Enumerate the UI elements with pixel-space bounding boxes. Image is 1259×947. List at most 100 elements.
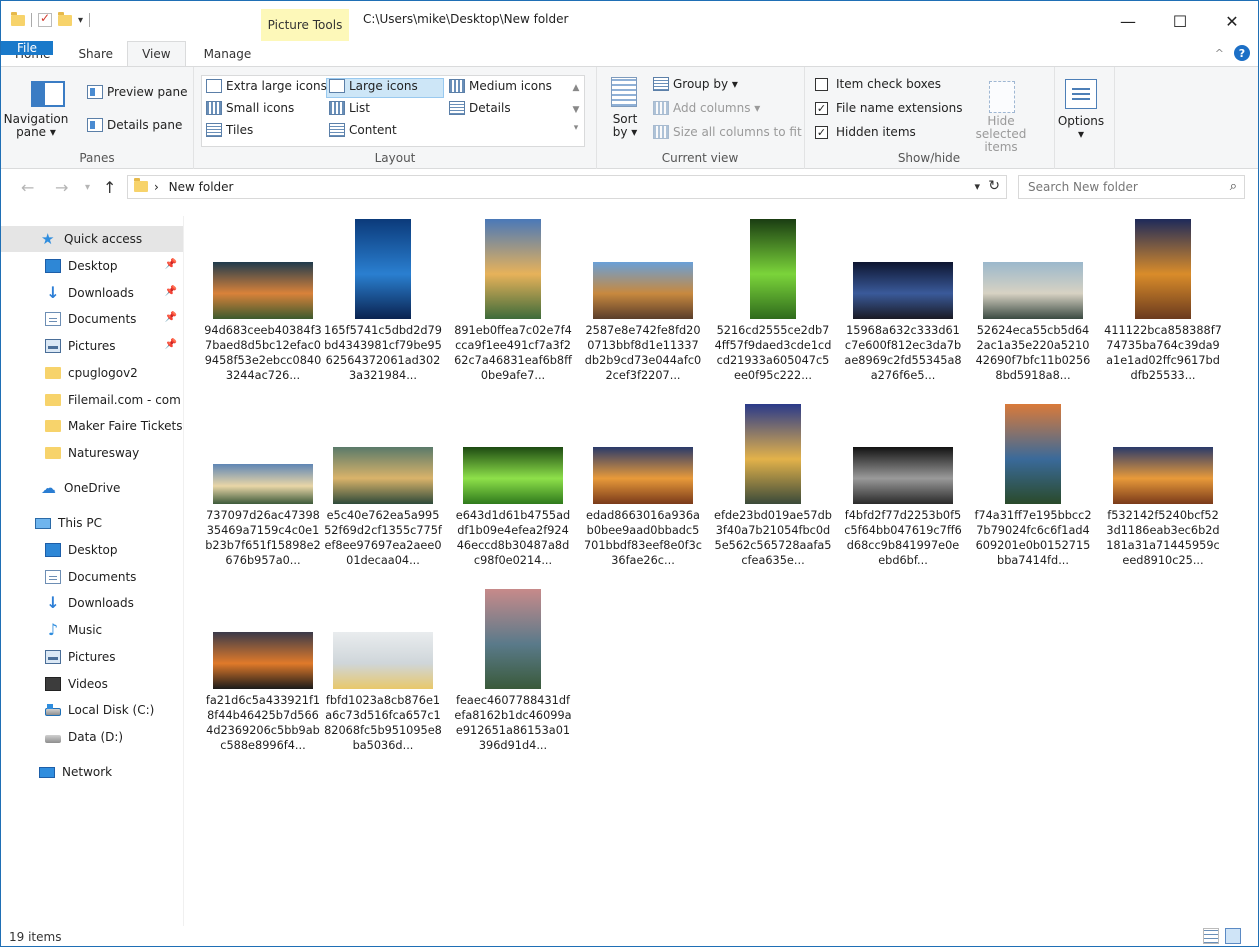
image-thumbnail[interactable]	[213, 262, 313, 319]
hidden-items-checkbox[interactable]: ✓	[815, 125, 828, 139]
breadcrumb-new-folder[interactable]: New folder	[169, 180, 234, 194]
sidebar-item-cpuglogov2[interactable]: cpuglogov2	[1, 360, 183, 386]
sidebar-item-filemail-com-com[interactable]: Filemail.com - com	[1, 387, 183, 413]
address-bar[interactable]: › New folder ▾ ↻	[127, 175, 1007, 199]
pin-icon[interactable]: 📌	[165, 312, 177, 323]
search-input[interactable]: Search New folder ⌕	[1018, 175, 1245, 199]
details-view-icon[interactable]	[1203, 928, 1219, 944]
image-thumbnail[interactable]	[1135, 219, 1191, 319]
image-thumbnail[interactable]	[333, 632, 433, 689]
sidebar-item-quick-access[interactable]: ★ Quick access	[1, 226, 183, 252]
tab-view[interactable]: View	[127, 41, 186, 66]
sidebar-item-pictures[interactable]: Pictures 📌	[1, 333, 183, 359]
sidebar-item-this-pc[interactable]: This PC	[1, 510, 183, 536]
pin-icon[interactable]: 📌	[165, 339, 177, 350]
navigation-pane-icon[interactable]	[31, 81, 65, 107]
sidebar-item-pictures[interactable]: Pictures	[1, 644, 183, 670]
sidebar-item-network[interactable]: Network	[1, 759, 183, 785]
layout-expand-icon[interactable]: ▾	[568, 123, 584, 133]
large-icons-view-icon[interactable]	[1225, 928, 1241, 944]
preview-pane-button[interactable]: Preview pane	[87, 85, 187, 99]
layout-scroll-up-icon[interactable]: ▲	[568, 83, 584, 93]
file-item[interactable]: 94d683ceeb40384f37baed8d5bc12efac09458f5…	[204, 206, 322, 386]
customize-toolbar-chevron-down-icon[interactable]: ▾	[78, 15, 83, 26]
content-option[interactable]: Content	[329, 123, 397, 137]
image-thumbnail[interactable]	[593, 262, 693, 319]
pin-icon[interactable]: 📌	[165, 259, 177, 270]
hide-selected-items-icon[interactable]	[989, 81, 1015, 113]
tiles-option[interactable]: Tiles	[206, 123, 253, 137]
image-thumbnail[interactable]	[983, 262, 1083, 319]
sidebar-item-downloads[interactable]: ↓ Downloads 📌	[1, 280, 183, 306]
image-thumbnail[interactable]	[355, 219, 411, 319]
sort-by-icon[interactable]	[611, 77, 637, 107]
sidebar-item-music[interactable]: ♪ Music	[1, 617, 183, 643]
new-folder-icon[interactable]	[58, 11, 72, 26]
minimize-ribbon-chevron-up-icon[interactable]: ^	[1215, 47, 1224, 60]
file-item[interactable]: fbfd1023a8cb876e1a6c73d516fca657c182068f…	[324, 576, 442, 756]
tab-file[interactable]: File	[1, 41, 53, 55]
file-name-extensions-checkbox[interactable]: ✓	[815, 101, 828, 115]
tab-share[interactable]: Share	[64, 41, 127, 66]
tab-manage[interactable]: Manage	[190, 41, 266, 66]
pin-icon[interactable]: 📌	[165, 286, 177, 297]
image-thumbnail[interactable]	[1113, 447, 1213, 504]
image-thumbnail[interactable]	[750, 219, 796, 319]
refresh-icon[interactable]: ↻	[988, 178, 1000, 194]
breadcrumb[interactable]: › New folder	[154, 180, 233, 194]
options-button[interactable]: Options ▾	[1055, 115, 1107, 141]
image-thumbnail[interactable]	[1005, 404, 1061, 504]
sidebar-item-downloads[interactable]: ↓ Downloads	[1, 590, 183, 616]
details-pane-button[interactable]: Details pane	[87, 118, 182, 132]
item-check-boxes-checkbox[interactable]	[815, 77, 828, 91]
sidebar-item-desktop[interactable]: Desktop 📌	[1, 253, 183, 279]
extra-large-icons-option[interactable]: Extra large icons	[206, 79, 327, 93]
image-thumbnail[interactable]	[213, 464, 313, 504]
file-item[interactable]: f4bfd2f77d2253b0f5c5f64bb047619c7ff6d68c…	[844, 391, 962, 571]
file-item[interactable]: e5c40e762ea5a99552f69d2cf1355c775fef8ee9…	[324, 391, 442, 571]
file-name-extensions-toggle[interactable]: ✓ File name extensions	[815, 101, 963, 115]
add-columns-button[interactable]: Add columns ▾	[653, 101, 760, 115]
hide-selected-items-button[interactable]: Hide selected items	[961, 115, 1041, 154]
recent-locations-chevron-down-icon[interactable]: ▾	[85, 182, 90, 193]
back-arrow-icon[interactable]: ←	[21, 178, 34, 197]
file-item[interactable]: e643d1d61b4755addf1b09e4efea2f92446eccd8…	[454, 391, 572, 571]
sidebar-item-videos[interactable]: Videos	[1, 671, 183, 697]
file-item[interactable]: 52624eca55cb5d642ac1a35e220a521042690f7b…	[974, 206, 1092, 386]
sidebar-item-documents[interactable]: Documents	[1, 564, 183, 590]
image-thumbnail[interactable]	[853, 262, 953, 319]
forward-arrow-icon[interactable]: →	[55, 178, 68, 197]
up-arrow-icon[interactable]: ↑	[103, 178, 116, 197]
file-item[interactable]: 411122bca858388f774735ba764c39da9a1e1ad0…	[1104, 206, 1222, 386]
file-item[interactable]: 5216cd2555ce2db74ff57f9daed3cde1cdcd2193…	[714, 206, 832, 386]
group-by-button[interactable]: Group by ▾	[653, 77, 738, 91]
item-check-boxes-toggle[interactable]: Item check boxes	[815, 77, 941, 91]
medium-icons-option[interactable]: Medium icons	[449, 79, 552, 93]
image-thumbnail[interactable]	[593, 447, 693, 504]
minimize-button[interactable]: —	[1102, 1, 1154, 41]
sidebar-item-desktop[interactable]: Desktop	[1, 537, 183, 563]
layout-scroll-down-icon[interactable]: ▼	[568, 105, 584, 115]
image-thumbnail[interactable]	[485, 589, 541, 689]
sidebar-item-documents[interactable]: Documents 📌	[1, 306, 183, 332]
search-icon[interactable]: ⌕	[1230, 179, 1237, 194]
close-button[interactable]: ✕	[1206, 1, 1258, 41]
help-icon[interactable]: ?	[1234, 45, 1250, 61]
image-thumbnail[interactable]	[463, 447, 563, 504]
large-icons-option[interactable]: Large icons	[329, 79, 418, 93]
small-icons-option[interactable]: Small icons	[206, 101, 294, 115]
file-item[interactable]: feaec4607788431dfefa8162b1dc46099ae91265…	[454, 576, 572, 756]
hidden-items-toggle[interactable]: ✓ Hidden items	[815, 125, 916, 139]
image-thumbnail[interactable]	[213, 632, 313, 689]
image-thumbnail[interactable]	[745, 404, 801, 504]
file-item[interactable]: 891eb0ffea7c02e7f4cca9f1ee491cf7a3f262c7…	[454, 206, 572, 386]
image-thumbnail[interactable]	[333, 447, 433, 504]
image-thumbnail[interactable]	[853, 447, 953, 504]
sidebar-item-maker-faire-tickets[interactable]: Maker Faire Tickets	[1, 413, 183, 439]
file-item[interactable]: 165f5741c5dbd2d79bd4343981cf79be95625643…	[324, 206, 442, 386]
options-icon[interactable]	[1065, 79, 1097, 109]
file-item[interactable]: f74a31ff7e195bbcc27b79024fc6c6f1ad460920…	[974, 391, 1092, 571]
size-all-columns-button[interactable]: Size all columns to fit	[653, 125, 802, 139]
sidebar-item-local-disk-c[interactable]: Local Disk (C:)	[1, 697, 183, 723]
properties-icon[interactable]	[38, 11, 52, 27]
